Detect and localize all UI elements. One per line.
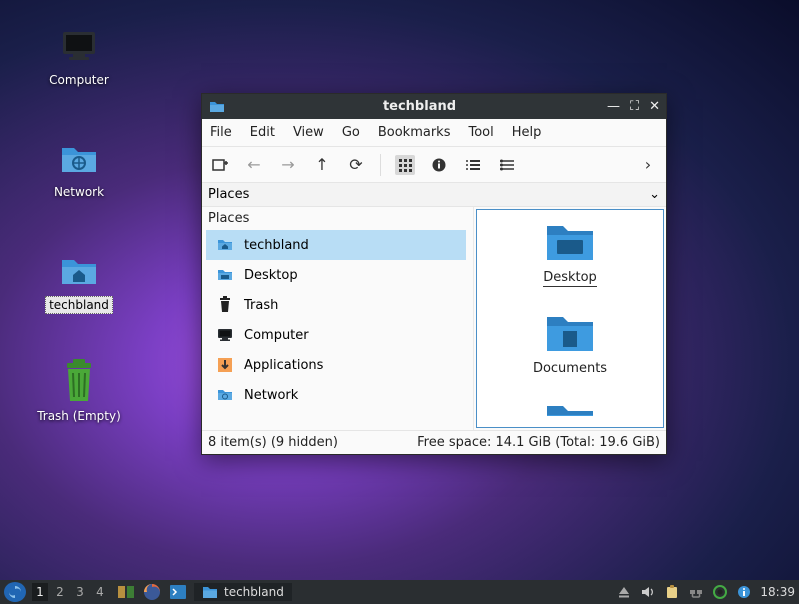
back-button[interactable]: ←: [244, 155, 264, 175]
folder-item-desktop[interactable]: Desktop: [543, 220, 597, 287]
monitor-icon: [216, 326, 234, 344]
up-button[interactable]: ↑: [312, 155, 332, 175]
clock[interactable]: 18:39: [760, 585, 795, 599]
workspace-1[interactable]: 1: [32, 583, 48, 601]
trash-icon: [216, 296, 234, 314]
sidebar-item-label: Applications: [244, 358, 323, 373]
icon-view-button[interactable]: [395, 155, 415, 175]
workspace-4[interactable]: 4: [92, 583, 108, 601]
eject-icon[interactable]: [616, 584, 632, 600]
chevron-down-icon[interactable]: ⌄: [649, 187, 660, 202]
network-tray-icon[interactable]: [688, 584, 704, 600]
sidebar-item-label: Desktop: [244, 268, 298, 283]
taskbar-task[interactable]: techbland: [194, 583, 292, 601]
desktop-icon-label: Computer: [46, 72, 112, 88]
sidebar-item-trash[interactable]: Trash: [206, 290, 466, 320]
sidebar-item-home[interactable]: techbland: [206, 230, 466, 260]
folder-item-partial[interactable]: [543, 400, 597, 416]
workspace-3[interactable]: 3: [72, 583, 88, 601]
menu-edit[interactable]: Edit: [250, 125, 275, 140]
menubar: File Edit View Go Bookmarks Tool Help: [202, 119, 666, 147]
folder-desktop-icon: [543, 220, 597, 264]
folder-item-documents[interactable]: Documents: [533, 311, 607, 376]
folder-icon: [543, 400, 597, 416]
sidebar-section-label: Places: [202, 207, 473, 230]
folder-home-icon: [216, 236, 234, 254]
titlebar[interactable]: techbland — ⛶ ✕: [202, 94, 666, 119]
folder-desktop-icon: [216, 266, 234, 284]
firefox-shortcut[interactable]: [142, 582, 162, 602]
folder-label: Desktop: [543, 270, 597, 287]
power-icon[interactable]: [712, 584, 728, 600]
minimize-button[interactable]: —: [607, 99, 620, 114]
clipboard-icon[interactable]: [664, 584, 680, 600]
folder-network-icon: [216, 386, 234, 404]
task-label: techbland: [224, 585, 284, 599]
desktop-icon-computer[interactable]: Computer: [33, 26, 125, 88]
sidebar-item-desktop[interactable]: Desktop: [206, 260, 466, 290]
folder-documents-icon: [543, 311, 597, 355]
taskbar: 1 2 3 4 techbland 18:39: [0, 580, 799, 604]
menu-go[interactable]: Go: [342, 125, 360, 140]
desktop-icon-label: Network: [51, 184, 107, 200]
reload-button[interactable]: ⟳: [346, 155, 366, 175]
volume-icon[interactable]: [640, 584, 656, 600]
menu-file[interactable]: File: [210, 125, 232, 140]
desktop-icon-home[interactable]: techbland: [33, 250, 125, 314]
toolbar: ← → ↑ ⟳ ›: [202, 147, 666, 183]
terminal-shortcut[interactable]: [168, 582, 188, 602]
desktop-icon-network[interactable]: Network: [33, 138, 125, 200]
file-manager-window: techbland — ⛶ ✕ File Edit View Go Bookma…: [201, 93, 667, 455]
folder-home-icon: [58, 250, 100, 292]
sidebar-item-label: Network: [244, 388, 298, 403]
statusbar: 8 item(s) (9 hidden) Free space: 14.1 Gi…: [202, 430, 666, 454]
files-shortcut[interactable]: [116, 582, 136, 602]
sidebar-item-label: techbland: [244, 238, 309, 253]
divider: [380, 154, 381, 176]
info-tray-icon[interactable]: [736, 584, 752, 600]
desktop-icon-label: techbland: [45, 296, 113, 314]
sidebar-item-computer[interactable]: Computer: [206, 320, 466, 350]
workspace-switcher: 1 2 3 4: [32, 583, 108, 601]
sidebar-item-applications[interactable]: Applications: [206, 350, 466, 380]
compact-view-button[interactable]: [497, 155, 517, 175]
folder-icon: [202, 585, 218, 599]
sidebar-item-label: Trash: [244, 298, 278, 313]
status-items: 8 item(s) (9 hidden): [208, 435, 338, 450]
maximize-button[interactable]: ⛶: [630, 99, 639, 114]
applications-icon: [216, 356, 234, 374]
menu-help[interactable]: Help: [512, 125, 542, 140]
window-title: techbland: [232, 99, 607, 114]
folder-network-icon: [58, 138, 100, 180]
chevron-right-icon[interactable]: ›: [638, 155, 658, 175]
sidebar: Places techbland Desktop Trash Computer: [202, 207, 474, 430]
monitor-icon: [58, 26, 100, 68]
close-button[interactable]: ✕: [649, 99, 660, 114]
menu-tool[interactable]: Tool: [468, 125, 493, 140]
content-area: Places techbland Desktop Trash Computer: [202, 207, 666, 430]
menu-bookmarks[interactable]: Bookmarks: [378, 125, 451, 140]
status-space: Free space: 14.1 GiB (Total: 19.6 GiB): [417, 435, 660, 450]
desktop-icon-trash[interactable]: Trash (Empty): [33, 362, 125, 424]
menu-view[interactable]: View: [293, 125, 324, 140]
list-view-button[interactable]: [463, 155, 483, 175]
desktop-icon-label: Trash (Empty): [34, 408, 124, 424]
folder-label: Documents: [533, 361, 607, 376]
workspace-2[interactable]: 2: [52, 583, 68, 601]
places-label: Places: [208, 187, 249, 202]
start-button[interactable]: [4, 582, 26, 602]
sidebar-item-network[interactable]: Network: [206, 380, 466, 410]
forward-button[interactable]: →: [278, 155, 298, 175]
sidebar-item-label: Computer: [244, 328, 309, 343]
system-tray: [616, 584, 752, 600]
new-tab-button[interactable]: [210, 155, 230, 175]
folder-view[interactable]: Desktop Documents: [476, 209, 664, 428]
trash-icon: [58, 362, 100, 404]
quicklaunch: [116, 582, 188, 602]
info-button[interactable]: [429, 155, 449, 175]
folder-icon: [208, 98, 226, 116]
places-bar: Places ⌄: [202, 183, 666, 207]
